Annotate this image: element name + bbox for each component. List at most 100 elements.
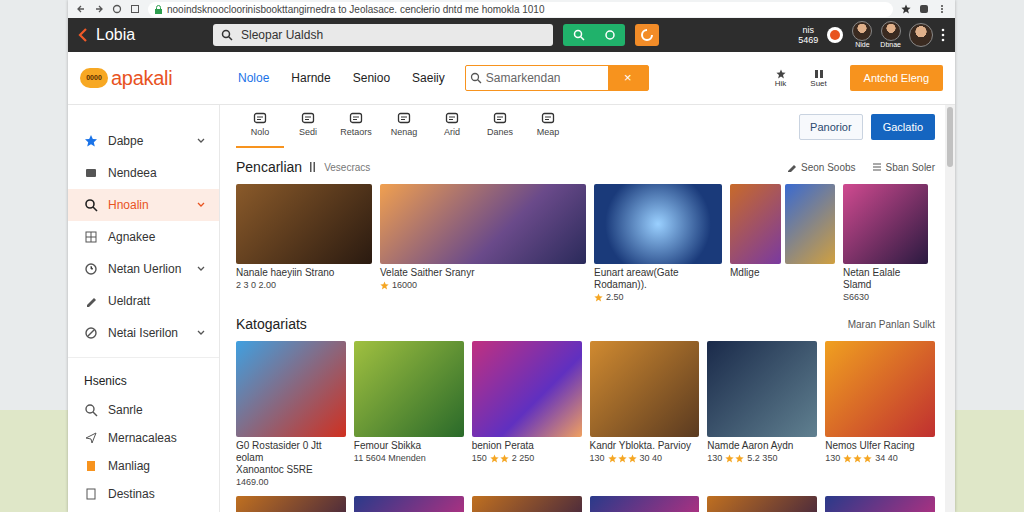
logo-badge: 0000 xyxy=(80,68,108,88)
sidebar-item[interactable]: Netan Uerlion xyxy=(68,253,219,285)
sidebar-item[interactable]: Mernacaleas xyxy=(68,424,219,452)
sidebar-item[interactable]: Netai Iserilon xyxy=(68,317,219,349)
category-tab[interactable]: Danes xyxy=(476,105,524,148)
category-icon xyxy=(541,112,555,124)
logo[interactable]: 0000 apakali xyxy=(80,63,238,93)
game-art[interactable] xyxy=(354,496,464,512)
header-search[interactable]: × xyxy=(465,65,649,91)
sidebar-item[interactable]: Manliag xyxy=(68,452,219,480)
game-card[interactable]: Netan Ealale SlamdS6630 xyxy=(843,184,928,303)
reload-icon[interactable] xyxy=(112,4,122,14)
back-arrow-icon[interactable] xyxy=(76,4,86,14)
sidebar-item[interactable]: Dabpe xyxy=(68,125,219,157)
chevron-down-icon[interactable] xyxy=(197,266,205,272)
primary-button[interactable]: Gaclatio xyxy=(871,114,935,140)
profile[interactable]: Dbnae xyxy=(880,21,901,49)
back-chevron-icon[interactable] xyxy=(78,28,88,42)
game-art[interactable] xyxy=(707,496,817,512)
app-search-input[interactable] xyxy=(239,25,545,45)
game-art[interactable] xyxy=(472,341,582,437)
chevron-down-icon[interactable] xyxy=(197,138,205,144)
nav-link[interactable]: Senioo xyxy=(353,69,390,87)
game-art[interactable] xyxy=(707,341,817,437)
sidebar-item[interactable]: Sanrle xyxy=(68,396,219,424)
sidebar-item[interactable]: Destinas xyxy=(68,480,219,508)
header-search-input[interactable] xyxy=(482,69,608,87)
search-actions[interactable] xyxy=(563,24,625,46)
category-tab[interactable]: Sedi xyxy=(284,105,332,148)
chevron-down-icon[interactable] xyxy=(197,330,205,336)
game-card[interactable]: Velate Saither Sranyr16000 xyxy=(380,184,586,303)
game-thumb[interactable] xyxy=(785,184,836,264)
kebab-icon[interactable] xyxy=(941,28,945,42)
game-art[interactable] xyxy=(590,496,700,512)
game-card[interactable]: G0 Rostasider 0 Jtt eolamXanoantoc S5RE1… xyxy=(236,341,346,488)
forward-arrow-icon[interactable] xyxy=(94,4,104,14)
game-art[interactable] xyxy=(380,184,586,264)
game-card[interactable]: Kandr Yblokta. Parvioy13030 40 xyxy=(590,341,700,488)
category-tab[interactable]: Nolo xyxy=(236,105,284,148)
menu-icon[interactable] xyxy=(937,4,947,14)
game-art[interactable] xyxy=(236,341,346,437)
game-art[interactable] xyxy=(730,184,835,264)
game-card[interactable]: Namde Aaron Aydn1305.2 350 xyxy=(707,341,817,488)
game-art[interactable] xyxy=(236,496,346,512)
tab-label: Arid xyxy=(444,126,460,140)
game-art[interactable] xyxy=(590,341,700,437)
sidebar-item[interactable]: Nendeea xyxy=(68,157,219,189)
nav-link[interactable]: Saeiiy xyxy=(412,69,445,87)
category-tab[interactable]: Meap xyxy=(524,105,572,148)
game-stat: 30 40 xyxy=(640,452,663,464)
star-icon[interactable] xyxy=(901,4,911,14)
game-art[interactable] xyxy=(594,184,722,264)
game-art[interactable] xyxy=(825,496,935,512)
nav-link[interactable]: Harnde xyxy=(291,69,330,87)
game-art[interactable] xyxy=(843,184,928,264)
scroll-thumb[interactable] xyxy=(947,107,953,167)
sidebar-item[interactable]: Hnoalin xyxy=(68,189,219,221)
game-art[interactable] xyxy=(825,341,935,437)
category-tab[interactable]: Nenag xyxy=(380,105,428,148)
extension-icon[interactable] xyxy=(919,4,929,14)
section-header: PencarlianVesecracsSeon SoobsSban Soler xyxy=(236,156,935,178)
scrollbar[interactable] xyxy=(945,105,955,512)
section-link[interactable]: Seon Soobs xyxy=(787,160,856,175)
section-link[interactable]: Maran Panlan Sulkt xyxy=(848,317,935,332)
game-card[interactable]: Nanale haeyiin Strano2 3 0 2.00 xyxy=(236,184,372,303)
lock-icon xyxy=(154,5,163,14)
header-tool[interactable]: Suet xyxy=(804,69,834,88)
category-icon xyxy=(253,112,267,124)
coin-icon[interactable] xyxy=(826,26,844,44)
game-card[interactable]: Mdlige xyxy=(730,184,835,303)
app-search[interactable] xyxy=(213,24,553,46)
game-card[interactable]: Femour Sbikka11 5604 Mnenden xyxy=(354,341,464,488)
category-tab[interactable]: Arid xyxy=(428,105,476,148)
swirl-button[interactable] xyxy=(635,24,659,46)
sidebar-item[interactable]: Agnakee xyxy=(68,221,219,253)
chevron-down-icon[interactable] xyxy=(197,202,205,208)
circle-icon[interactable] xyxy=(604,29,616,41)
search-icon[interactable] xyxy=(573,29,585,41)
user-avatar-icon[interactable] xyxy=(909,23,933,47)
sidebar-item[interactable]: Ueldratt xyxy=(68,285,219,317)
game-card[interactable]: Eunart areaw(Gate Rodaman)).2.50 xyxy=(594,184,722,303)
game-card[interactable]: Nemos Ulfer Racing13034 40 xyxy=(825,341,935,488)
profile[interactable]: Nlde xyxy=(852,21,872,49)
header-tool[interactable]: Hik xyxy=(766,69,796,88)
clear-button[interactable]: × xyxy=(608,66,648,90)
game-art[interactable] xyxy=(472,496,582,512)
game-card[interactable]: benion Perata1502 250 xyxy=(472,341,582,488)
nav-link[interactable]: Noloe xyxy=(238,69,269,87)
game-art[interactable] xyxy=(354,341,464,437)
category-icon xyxy=(349,112,363,124)
url-field[interactable]: nooindsknoocloorinisbookttangirnedra to … xyxy=(148,2,893,17)
game-subtitle: Xanoantoc S5RE xyxy=(236,464,346,476)
secondary-button[interactable]: Panorior xyxy=(799,114,863,140)
game-thumb[interactable] xyxy=(730,184,781,264)
app-title-group[interactable]: Lobia xyxy=(78,23,203,47)
game-art[interactable] xyxy=(236,184,372,264)
block-icon xyxy=(84,326,98,340)
cta-button[interactable]: Antchd Eleng xyxy=(850,65,943,91)
category-tab[interactable]: Retaors xyxy=(332,105,380,148)
section-link[interactable]: Sban Soler xyxy=(872,160,935,175)
